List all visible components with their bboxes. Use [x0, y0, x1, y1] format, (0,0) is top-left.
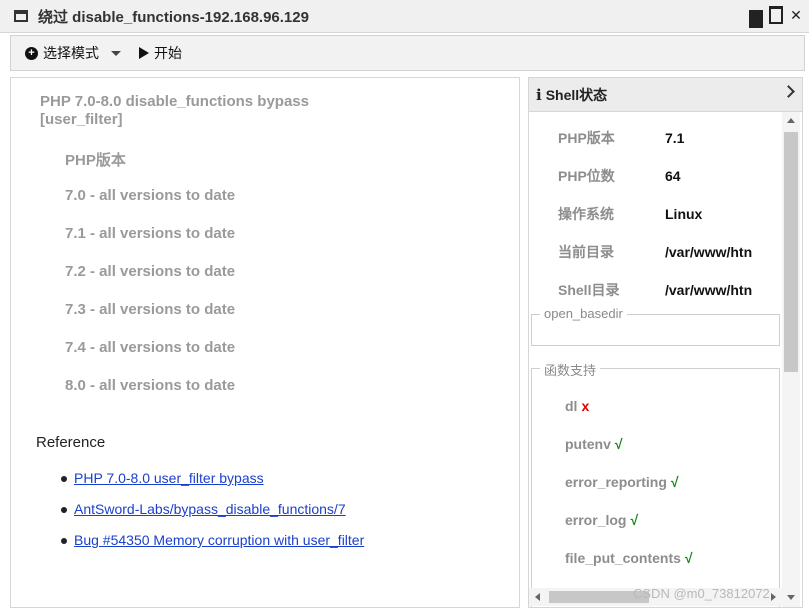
- scroll-up-icon[interactable]: [787, 118, 795, 123]
- function-name: error_log: [565, 512, 627, 528]
- caret-down-icon: [111, 50, 121, 56]
- function-row: file_put_contents √: [565, 550, 693, 566]
- version-item: 7.2 - all versions to date: [65, 263, 236, 280]
- bullet-icon: [61, 507, 67, 513]
- shell-status-header[interactable]: i Shell状态: [529, 78, 802, 112]
- window-icon: [14, 10, 28, 22]
- open-basedir-legend: open_basedir: [540, 306, 627, 321]
- check-icon: √: [614, 436, 623, 452]
- reference-link[interactable]: Bug #54350 Memory corruption with user_f…: [74, 532, 364, 548]
- scroll-right-icon[interactable]: [771, 593, 776, 601]
- version-item: 7.0 - all versions to date: [65, 187, 236, 204]
- watermark: CSDN @m0_73812072: [633, 586, 770, 601]
- info-key: PHP位数: [558, 168, 615, 184]
- info-row-php-version: PHP版本 7.1: [558, 128, 684, 148]
- info-key: Shell目录: [558, 282, 620, 298]
- function-name: file_put_contents: [565, 550, 681, 566]
- info-row-os: 操作系统 Linux: [558, 204, 702, 224]
- scroll-down-icon[interactable]: [787, 595, 795, 600]
- info-row-php-bits: PHP位数 64: [558, 166, 681, 186]
- scroll-left-icon[interactable]: [535, 593, 540, 601]
- function-name: putenv: [565, 436, 611, 452]
- cross-icon: x: [581, 398, 590, 414]
- function-name: error_reporting: [565, 474, 667, 490]
- chevron-right-icon[interactable]: [782, 85, 795, 98]
- list-item: AntSword-Labs/bypass_disable_functions/7: [61, 501, 364, 532]
- list-item: PHP 7.0-8.0 user_filter bypass: [61, 470, 364, 501]
- toolbar: + 选择模式 开始: [10, 35, 805, 71]
- start-button[interactable]: 开始: [139, 43, 182, 63]
- bullet-icon: [61, 476, 67, 482]
- info-value: /var/www/htn: [665, 244, 753, 260]
- info-row-shell-dir: Shell目录/var/www/htn: [558, 280, 752, 300]
- start-label: 开始: [154, 45, 182, 61]
- version-item: 7.1 - all versions to date: [65, 225, 236, 242]
- shell-status-title: Shell状态: [545, 86, 608, 103]
- reference-list: PHP 7.0-8.0 user_filter bypass AntSword-…: [61, 470, 364, 563]
- window-title: 绕过 disable_functions-192.168.96.129: [38, 8, 309, 26]
- maximize-button[interactable]: [769, 6, 783, 24]
- check-icon: √: [670, 474, 679, 490]
- reference-link[interactable]: AntSword-Labs/bypass_disable_functions/7: [74, 501, 346, 517]
- reference-heading: Reference: [36, 434, 106, 451]
- info-value: 7.1: [665, 130, 685, 146]
- select-mode-dropdown[interactable]: + 选择模式: [25, 43, 121, 63]
- maximize-icon: [769, 6, 783, 24]
- exploit-info-panel: PHP 7.0-8.0 disable_functions bypass [us…: [10, 77, 520, 608]
- window-controls: ✕: [749, 6, 803, 28]
- plus-circle-icon: +: [25, 46, 38, 60]
- function-row: error_reporting √: [565, 474, 679, 490]
- function-row: putenv √: [565, 436, 623, 452]
- shell-status-panel: i Shell状态 PHP版本 7.1 PHP位数 64 操作系统 Linux 当前目…: [528, 77, 803, 608]
- info-key: PHP版本: [558, 130, 615, 146]
- info-value: 64: [665, 168, 681, 184]
- info-row-current-dir: 当前目录/var/www/htn: [558, 242, 752, 262]
- info-value: /var/www/htn: [665, 282, 753, 298]
- version-item: 7.3 - all versions to date: [65, 301, 236, 318]
- bullet-icon: [61, 538, 67, 544]
- reference-link[interactable]: PHP 7.0-8.0 user_filter bypass: [74, 470, 264, 486]
- open-basedir-fieldset: open_basedir: [531, 306, 780, 346]
- select-mode-label: 选择模式: [43, 45, 99, 61]
- function-row: error_log √: [565, 512, 638, 528]
- php-version-header: PHP版本: [65, 152, 126, 169]
- info-icon: i: [536, 85, 542, 104]
- function-row: dl x: [565, 398, 589, 414]
- info-value: Linux: [665, 206, 703, 222]
- close-button[interactable]: ✕: [789, 6, 803, 24]
- scroll-thumb[interactable]: [784, 132, 798, 372]
- check-icon: √: [630, 512, 639, 528]
- version-item: 8.0 - all versions to date: [65, 377, 236, 394]
- info-key: 当前目录: [558, 244, 614, 260]
- list-item: Bug #54350 Memory corruption with user_f…: [61, 532, 364, 563]
- exploit-title: PHP 7.0-8.0 disable_functions bypass [us…: [40, 93, 309, 128]
- check-icon: √: [684, 550, 693, 566]
- vertical-scrollbar[interactable]: [782, 112, 800, 607]
- play-icon: [139, 47, 149, 59]
- function-name: dl: [565, 398, 578, 414]
- info-key: 操作系统: [558, 206, 614, 222]
- minimize-button[interactable]: [749, 6, 763, 28]
- window-titlebar: 绕过 disable_functions-192.168.96.129 ✕: [0, 0, 809, 33]
- version-item: 7.4 - all versions to date: [65, 339, 236, 356]
- minimize-icon: [749, 10, 763, 28]
- function-support-legend: 函数支持: [540, 360, 601, 379]
